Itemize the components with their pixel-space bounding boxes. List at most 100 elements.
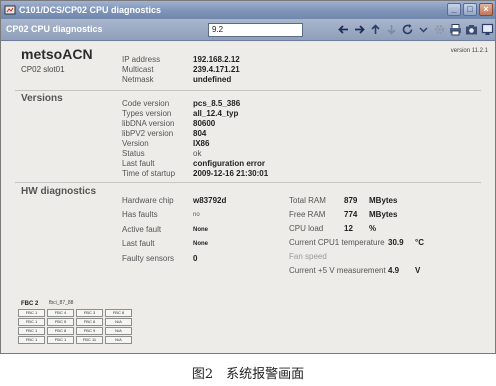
status-value: ok (193, 149, 202, 158)
up-button[interactable] (368, 22, 382, 37)
print-button[interactable] (448, 22, 462, 37)
fbc-cell[interactable]: FBC 8 (47, 327, 74, 335)
types-version-label: Types version (122, 109, 172, 118)
libdna-version-label: libDNA version (122, 119, 175, 128)
hw-last-fault-value: None (193, 241, 208, 247)
cpu-temperature-value: 30.9 (388, 238, 404, 247)
fbc-cell[interactable]: FBC 1 (18, 336, 45, 344)
libpv2-version-value: 804 (193, 129, 207, 138)
cpu-load-unit: % (369, 224, 377, 233)
fbc-cell[interactable]: N/A (105, 336, 132, 344)
settings-button[interactable] (432, 22, 446, 37)
fbc-cell[interactable]: FBC 4 (47, 309, 74, 317)
back-button[interactable] (336, 22, 350, 37)
hw-last-fault-label: Last fault (122, 239, 155, 248)
netmask-label: Netmask (122, 75, 154, 84)
total-ram-unit: MBytes (369, 196, 398, 205)
arrow-right-icon (354, 25, 365, 34)
forward-button[interactable] (352, 22, 366, 37)
fbc-cell[interactable]: FBC 8 (76, 318, 103, 326)
fbc-cell[interactable]: N/A (105, 318, 132, 326)
voltage-value: 4.9 (388, 266, 400, 275)
fbc-cell[interactable]: N/A (105, 327, 132, 335)
version-value: IX86 (193, 139, 210, 148)
down-button[interactable] (384, 22, 398, 37)
close-button[interactable]: × (479, 3, 493, 16)
fbc-cell[interactable]: FBC 1 (18, 318, 45, 326)
has-faults-label: Has faults (122, 210, 158, 219)
fbc-cell[interactable]: FBC 11 (76, 336, 103, 344)
printer-icon (449, 24, 461, 36)
libpv2-version-label: libPV2 version (122, 129, 174, 138)
fbc-subtitle: fbci_87_88 (49, 300, 74, 306)
cpu-load-value: 12 (344, 224, 353, 233)
active-fault-value: None (193, 227, 208, 233)
multicast-value: 239.4.171.21 (193, 65, 240, 74)
page-title: CP02 CPU diagnostics (6, 24, 103, 34)
cpu-load-label: CPU load (289, 224, 324, 233)
cpu-temperature-label: Current CPU1 temperature (289, 238, 385, 247)
last-fault-label: Last fault (122, 159, 155, 168)
fbc-cell[interactable]: FBC 3 (76, 309, 103, 317)
startup-time-value: 2009-12-16 21:30:01 (193, 169, 269, 178)
free-ram-unit: MBytes (369, 210, 398, 219)
voltage-label: Current +5 V measurement (289, 266, 386, 275)
arrow-left-icon (337, 25, 348, 34)
maximize-button[interactable]: □ (463, 3, 477, 16)
total-ram-label: Total RAM (289, 196, 326, 205)
window-title: C101/DCS/CP02 CPU diagnostics (19, 5, 162, 15)
fbc-cell[interactable]: FBC 8 (105, 309, 132, 317)
startup-time-label: Time of startup (122, 169, 176, 178)
free-ram-label: Free RAM (289, 210, 326, 219)
code-version-value: pcs_8.5_386 (193, 99, 241, 108)
version-label-field: Version (122, 139, 149, 148)
hardware-chip-label: Hardware chip (122, 196, 174, 205)
chevron-down-icon (419, 27, 427, 33)
last-fault-value: configuration error (193, 159, 266, 168)
fbc-grid: FBC 1 FBC 4 FBC 3 FBC 8 FBC 1 FBC 5 FBC … (18, 309, 132, 344)
faulty-sensors-value: 0 (193, 254, 198, 263)
camera-icon (465, 25, 477, 35)
minimize-button[interactable]: _ (447, 3, 461, 16)
fbc-cell[interactable]: FBC 9 (76, 327, 103, 335)
refresh-icon (402, 24, 412, 35)
snapshot-button[interactable] (464, 22, 478, 37)
cpu-temperature-unit: °C (415, 238, 424, 247)
diagnostics-content: version 11.2.1 metsoACN CP02 slot01 IP a… (1, 42, 495, 353)
arrow-down-icon (386, 25, 396, 35)
divider (15, 182, 481, 183)
host-name: metsoACN (21, 46, 93, 62)
title-bar: C101/DCS/CP02 CPU diagnostics _ □ × (1, 1, 495, 19)
total-ram-value: 879 (344, 196, 358, 205)
diagnostics-window: C101/DCS/CP02 CPU diagnostics _ □ × CP02… (0, 0, 496, 354)
monitor-icon (481, 23, 493, 35)
display-button[interactable] (480, 22, 494, 37)
hardware-chip-value: w83792d (193, 196, 227, 205)
figure-caption: 图2 系统报警画面 (191, 367, 305, 382)
gear-icon (434, 24, 444, 35)
ip-address-label: IP address (122, 55, 161, 64)
fbc-cell[interactable]: FBC 5 (47, 318, 74, 326)
fbc-cell[interactable]: FBC 1 (18, 327, 45, 335)
address-field[interactable]: 9.2 (208, 23, 303, 37)
cpu-slot: CP02 slot01 (21, 65, 65, 74)
divider (15, 90, 481, 91)
ip-address-value: 192.168.2.12 (193, 55, 240, 64)
active-fault-label: Active fault (122, 225, 162, 234)
refresh-button[interactable] (400, 22, 414, 37)
types-version-value: all_12.4_typ (193, 109, 239, 118)
voltage-unit: V (415, 266, 421, 275)
faulty-sensors-label: Faulty sensors (122, 254, 175, 263)
fbc-cell[interactable]: FBC 1 (18, 309, 45, 317)
dropdown-button[interactable] (416, 22, 430, 37)
status-label: Status (122, 149, 145, 158)
code-version-label: Code version (122, 99, 170, 108)
fan-speed-label: Fan speed (289, 252, 327, 261)
toolbar: CP02 CPU diagnostics 9.2 (1, 19, 495, 41)
version-label: version 11.2.1 (450, 48, 488, 54)
versions-title: Versions (21, 93, 63, 104)
hw-diagnostics-title: HW diagnostics (21, 186, 97, 197)
fbc-cell[interactable]: FBC 1 (47, 336, 74, 344)
fbc-title: FBC 2 (21, 301, 39, 307)
multicast-label: Multicast (122, 65, 154, 74)
